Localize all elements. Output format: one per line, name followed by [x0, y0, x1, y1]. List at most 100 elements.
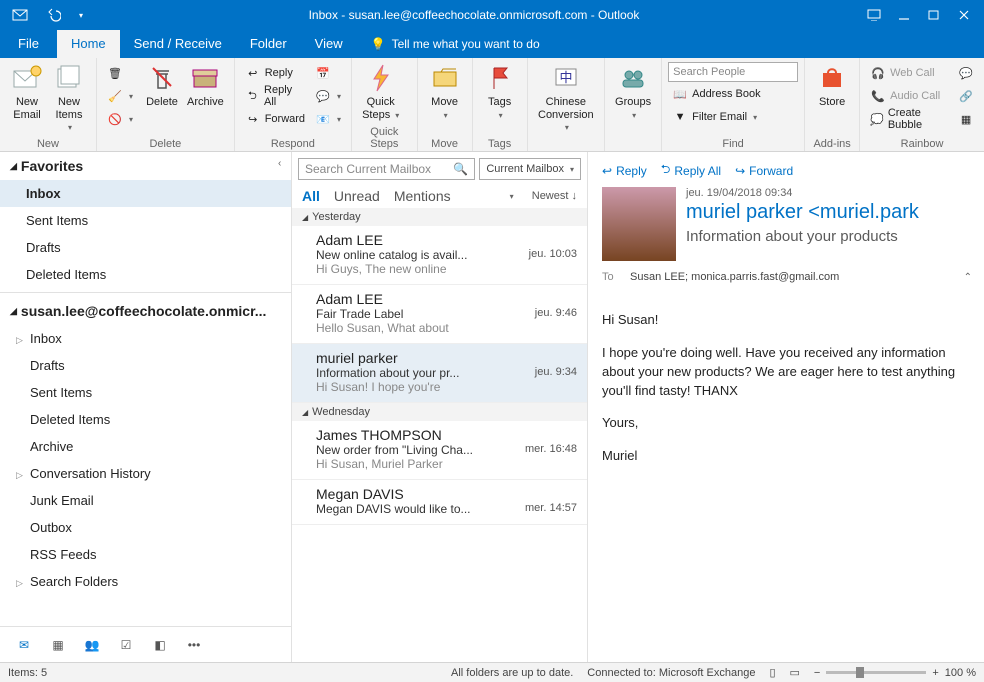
fav-drafts[interactable]: Drafts — [0, 234, 291, 261]
header-expand-icon[interactable]: ⌃ — [964, 272, 972, 283]
store-button[interactable]: Store — [811, 60, 853, 109]
rainbow-extra1[interactable]: 💬 — [954, 62, 978, 84]
nav-collapse-caret[interactable]: ‹ — [278, 158, 281, 169]
folder-drafts[interactable]: Drafts — [0, 352, 291, 379]
reply-button[interactable]: ↩Reply — [241, 62, 309, 84]
forward-button[interactable]: ↪Forward — [241, 108, 309, 130]
switch-mail-icon[interactable]: ✉ — [14, 635, 34, 655]
folder-inbox[interactable]: ▷Inbox — [0, 325, 291, 352]
groups-button[interactable]: Groups▾ — [611, 60, 655, 121]
fav-inbox[interactable]: Inbox — [0, 180, 291, 207]
sort-newest[interactable]: Newest ↓ — [532, 190, 577, 202]
rainbow-extra3[interactable]: ▦ — [954, 108, 978, 130]
tab-home[interactable]: Home — [57, 30, 120, 58]
audio-call-button[interactable]: 📞Audio Call — [866, 85, 950, 107]
rp-reply-all[interactable]: ⮌Reply All — [661, 160, 721, 181]
chat-icon: 💬 — [958, 65, 974, 81]
chinese-conv-button[interactable]: 中 Chinese Conversion ▾ — [534, 60, 598, 134]
delete-button[interactable]: Delete — [141, 60, 183, 109]
filter-unread[interactable]: Unread — [334, 188, 380, 204]
tab-file[interactable]: File — [0, 30, 57, 58]
switch-more-icon[interactable]: ••• — [184, 635, 204, 655]
archive-button[interactable]: Archive — [183, 60, 228, 109]
folder-search[interactable]: ▷Search Folders — [0, 568, 291, 595]
folder-deleted[interactable]: Deleted Items — [0, 406, 291, 433]
folder-sent[interactable]: Sent Items — [0, 379, 291, 406]
folder-rss[interactable]: RSS Feeds — [0, 541, 291, 568]
msg-preview: Hi Susan, Muriel Parker — [316, 457, 577, 471]
switch-calendar-icon[interactable]: ▦ — [48, 635, 68, 655]
quick-steps-button[interactable]: Quick Steps ▾ — [358, 60, 403, 121]
new-items-button[interactable]: New Items ▾ — [48, 60, 90, 134]
tab-view[interactable]: View — [301, 30, 357, 58]
message-item[interactable]: James THOMPSON New order from "Living Ch… — [292, 421, 587, 480]
message-item[interactable]: Adam LEE Fair Trade Labeljeu. 9:46 Hello… — [292, 285, 587, 344]
fav-deleted[interactable]: Deleted Items — [0, 261, 291, 288]
move-button[interactable]: Move▾ — [424, 60, 466, 121]
create-bubble-button[interactable]: 💭Create Bubble — [866, 108, 950, 130]
switch-tasks-icon[interactable]: ☑ — [116, 635, 136, 655]
fav-sent[interactable]: Sent Items — [0, 207, 291, 234]
message-body: Hi Susan! I hope you're doing well. Have… — [602, 287, 972, 480]
meeting-button[interactable]: 📅 — [311, 62, 345, 84]
reading-pane: ↩Reply ⮌Reply All ↪Forward jeu. 19/04/20… — [588, 152, 984, 662]
bulb-icon: 💡 — [371, 37, 386, 51]
ignore-button[interactable]: 🗑 — [103, 62, 137, 84]
group-chinese: 中 Chinese Conversion ▾ — [528, 58, 605, 151]
address-book-button[interactable]: 📖Address Book — [668, 83, 798, 105]
zoom-out-icon[interactable]: − — [814, 667, 820, 679]
more-respond-button[interactable]: 📧▾ — [311, 108, 345, 130]
cleanup-button[interactable]: 🧹▾ — [103, 85, 137, 107]
group-yesterday[interactable]: ◢Yesterday — [292, 208, 587, 226]
msg-from: Megan DAVIS — [316, 486, 577, 502]
search-scope-dropdown[interactable]: Current Mailbox▾ — [479, 158, 581, 180]
account-header[interactable]: ◢susan.lee@coffeechocolate.onmicr... — [0, 297, 291, 325]
zoom-control[interactable]: − + 100 % — [814, 667, 976, 679]
ribbon-options-icon[interactable] — [860, 4, 888, 26]
new-email-button[interactable]: New Email — [6, 60, 48, 121]
group-tags: Tags▾ Tags — [473, 58, 528, 151]
maximize-button[interactable] — [920, 4, 948, 26]
rp-forward[interactable]: ↪Forward — [735, 160, 793, 181]
new-email-label: New Email — [13, 96, 41, 121]
filter-email-button[interactable]: ▼Filter Email▾ — [668, 106, 798, 128]
view-normal-icon[interactable]: ▯ — [769, 666, 775, 679]
filter-menu[interactable]: ▾ — [510, 192, 514, 201]
message-item[interactable]: Megan DAVIS Megan DAVIS would like to...… — [292, 480, 587, 525]
qat-undo[interactable] — [40, 4, 68, 26]
group-quicksteps-label: Quick Steps — [358, 125, 411, 150]
switch-notes-icon[interactable]: ◧ — [150, 635, 170, 655]
rp-reply[interactable]: ↩Reply — [602, 160, 647, 181]
view-reading-icon[interactable]: ▭ — [790, 666, 800, 679]
message-item[interactable]: Adam LEE New online catalog is avail...j… — [292, 226, 587, 285]
im-button[interactable]: 💬▾ — [311, 85, 345, 107]
link-icon: 🔗 — [958, 88, 974, 104]
search-people-input[interactable]: Search People — [668, 62, 798, 82]
message-item-selected[interactable]: muriel parker Information about your pr.… — [292, 344, 587, 403]
close-button[interactable] — [950, 4, 978, 26]
folder-outbox[interactable]: Outbox — [0, 514, 291, 541]
qat-customize[interactable]: ▾ — [74, 4, 88, 26]
filter-mentions[interactable]: Mentions — [394, 188, 451, 204]
zoom-slider[interactable] — [826, 671, 926, 674]
folder-conversation[interactable]: ▷Conversation History — [0, 460, 291, 487]
mailbox-search-input[interactable]: Search Current Mailbox 🔍 — [298, 158, 475, 180]
tell-me[interactable]: 💡 Tell me what you want to do — [357, 31, 554, 58]
group-wednesday[interactable]: ◢Wednesday — [292, 403, 587, 421]
switch-people-icon[interactable]: 👥 — [82, 635, 102, 655]
minimize-button[interactable] — [890, 4, 918, 26]
reply-all-button[interactable]: ⮌Reply All — [241, 85, 309, 107]
favorites-header[interactable]: ◢Favorites — [0, 152, 291, 180]
folder-junk[interactable]: Junk Email — [0, 487, 291, 514]
zoom-in-icon[interactable]: + — [932, 667, 938, 679]
web-call-button[interactable]: 🎧Web Call — [866, 62, 950, 84]
tab-send-receive[interactable]: Send / Receive — [120, 30, 236, 58]
rainbow-extra2[interactable]: 🔗 — [954, 85, 978, 107]
tags-button[interactable]: Tags▾ — [479, 60, 521, 121]
junk-button[interactable]: 🚫▾ — [103, 108, 137, 130]
folder-archive[interactable]: Archive — [0, 433, 291, 460]
tab-folder[interactable]: Folder — [236, 30, 301, 58]
filter-all[interactable]: All — [302, 188, 320, 204]
group-quick-steps: Quick Steps ▾ Quick Steps — [352, 58, 418, 151]
group-new: New Email New Items ▾ New — [0, 58, 97, 151]
